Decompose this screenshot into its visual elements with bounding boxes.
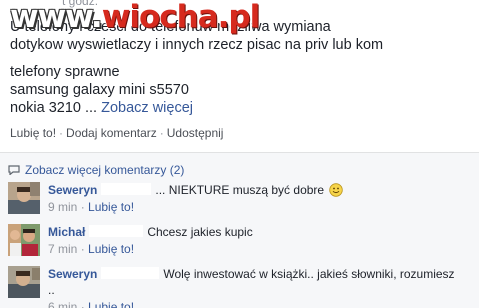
comment-author[interactable]: Michał [48,225,85,239]
avatar[interactable] [8,224,40,256]
comments-section: Zobacz więcej komentarzy (2) Seweryn ... … [0,152,479,308]
separator: · [159,126,164,140]
comment-author[interactable]: Seweryn [48,267,97,281]
comment-text-continued: .. [48,283,55,297]
avatar[interactable] [8,266,40,298]
watermark-part2: wiocha.pl [101,0,261,35]
post-line: nokia 3210 ... [10,100,98,116]
separator: · [80,300,85,308]
watermark-part1: www. [10,0,103,35]
comment-meta: 7 min · Lubię to! [48,241,473,257]
post-actions: Lubię to! · Dodaj komentarz · Udostępnij [10,126,223,140]
comment-body: Seweryn ... NIEKTURE muszą być dobre 9 mi… [48,182,473,215]
comment-time[interactable]: 9 min [48,200,77,214]
post-line: samsung galaxy mini s5570 [10,82,189,98]
comment-like-button[interactable]: Lubię to! [88,242,134,256]
comment-text: Chcesz jakies kupic [147,225,253,239]
post-line: telefony sprawne [10,64,120,80]
comment: Seweryn ... NIEKTURE muszą być dobre 9 mi… [8,182,473,218]
redaction [101,267,160,279]
avatar[interactable] [8,182,40,214]
add-comment-button[interactable]: Dodaj komentarz [66,126,157,140]
redaction [101,183,152,195]
comment-bubble-icon [8,165,20,175]
see-more-link[interactable]: Zobacz więcej [101,100,193,116]
view-more-comments-label: Zobacz więcej komentarzy (2) [25,163,185,177]
watermark-logo: www.wiocha.pl [10,0,261,40]
comment-body: Michał Chcesz jakies kupic 7 min · Lubię … [48,224,473,257]
comment-like-button[interactable]: Lubię to! [88,300,134,308]
comment-author[interactable]: Seweryn [48,183,97,197]
comment-meta: 6 min · Lubię to! [48,299,473,308]
comment-like-button[interactable]: Lubię to! [88,200,134,214]
separator: · [80,242,85,256]
like-button[interactable]: Lubię to! [10,126,56,140]
share-button[interactable]: Udostępnij [167,126,224,140]
view-more-comments-link[interactable]: Zobacz więcej komentarzy (2) [8,163,184,177]
comment: Michał Chcesz jakies kupic 7 min · Lubię … [8,224,473,260]
comment-time[interactable]: 7 min [48,242,77,256]
comment-meta: 9 min · Lubię to! [48,199,473,215]
smile-emoji-icon [329,183,344,197]
comment: Seweryn Wolę inwestować w książki.. jakie… [8,266,473,308]
separator: · [59,126,64,140]
comment-text: Wolę inwestować w książki.. jakieś słown… [163,267,455,281]
post: t godz. www.wiocha.pl U telefony i czesc… [0,0,479,152]
post-line-last: nokia 3210 ... Zobacz więcej [10,99,472,117]
comment-time[interactable]: 6 min [48,300,77,308]
separator: · [80,200,85,214]
comment-text: ... NIEKTURE muszą być dobre [155,183,325,197]
redaction [89,225,144,237]
comment-body: Seweryn Wolę inwestować w książki.. jakie… [48,266,473,308]
